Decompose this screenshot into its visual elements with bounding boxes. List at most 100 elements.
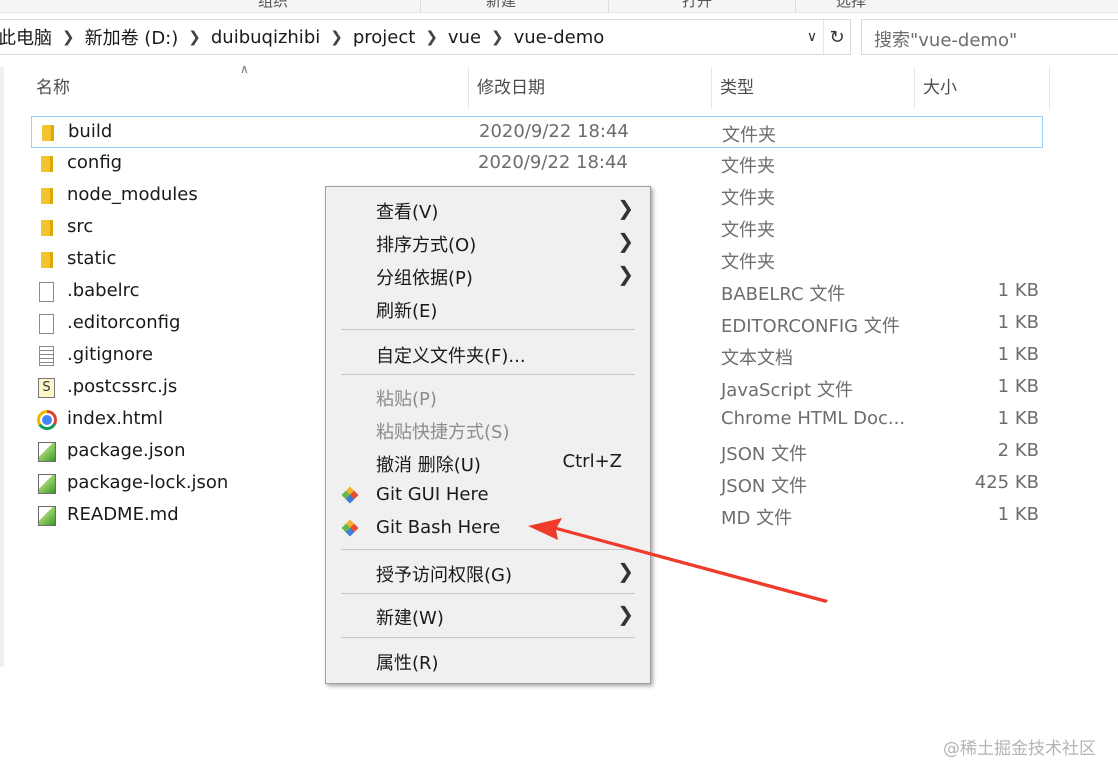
menu-item-new[interactable]: 新建(W) ❯ — [326, 599, 650, 631]
folder-icon — [37, 250, 57, 270]
column-header-name[interactable]: 名称 — [28, 67, 469, 109]
file-name: .editorconfig — [67, 312, 181, 333]
refresh-icon[interactable]: ↻ — [824, 27, 850, 48]
menu-item-label: 属性(R) — [376, 653, 439, 674]
file-type: BABELRC 文件 — [721, 284, 846, 305]
ribbon-tab-select[interactable]: 选择 — [836, 0, 866, 11]
menu-item-git-bash[interactable]: Git Bash Here — [326, 512, 650, 544]
file-row[interactable]: config 2020/9/22 18:44 文件夹 — [31, 148, 1043, 180]
column-header-row: 名称 修改日期 类型 大小 — [0, 67, 1118, 109]
file-name: static — [67, 248, 117, 269]
breadcrumb-current[interactable]: vue-demo — [510, 27, 609, 48]
file-type: JavaScript 文件 — [721, 380, 853, 401]
ribbon-tab-organize[interactable]: 组织 — [258, 0, 288, 11]
json-file-icon — [37, 442, 57, 462]
file-type: 文件夹 — [721, 252, 775, 273]
chevron-right-icon[interactable]: ❯ — [419, 28, 444, 46]
file-type: Chrome HTML Doc... — [721, 408, 906, 429]
breadcrumb-drive[interactable]: 新加卷 (D:) — [81, 24, 183, 50]
menu-item-group-by[interactable]: 分组依据(P) ❯ — [326, 259, 650, 291]
chevron-right-icon: ❯ — [617, 559, 634, 583]
breadcrumb-folder[interactable]: duibuqizhibi — [207, 27, 324, 48]
menu-item-label: 粘贴(P) — [376, 389, 437, 410]
menu-item-label: 自定义文件夹(F)... — [376, 346, 526, 367]
markdown-file-icon — [37, 506, 57, 526]
column-header-size[interactable]: 大小 — [915, 67, 1050, 109]
file-name: package.json — [67, 440, 186, 461]
menu-item-label: 分组依据(P) — [376, 268, 473, 289]
file-type: JSON 文件 — [721, 444, 808, 465]
file-row[interactable]: build 2020/9/22 18:44 文件夹 — [31, 116, 1043, 148]
chevron-right-icon[interactable]: ❯ — [56, 28, 81, 46]
chevron-right-icon[interactable]: ❯ — [182, 28, 207, 46]
menu-item-label: 撤消 删除(U) — [376, 455, 481, 476]
menu-item-refresh[interactable]: 刷新(E) — [326, 292, 650, 324]
search-input[interactable]: 搜索"vue-demo" — [861, 19, 1118, 55]
chevron-right-icon[interactable]: ❯ — [324, 28, 349, 46]
menu-item-grant-access[interactable]: 授予访问权限(G) ❯ — [326, 556, 650, 588]
folder-icon — [37, 186, 57, 206]
file-name: .gitignore — [67, 344, 154, 365]
menu-item-view[interactable]: 查看(V) ❯ — [326, 193, 650, 225]
context-menu: 查看(V) ❯ 排序方式(O) ❯ 分组依据(P) ❯ 刷新(E) 自定义文件夹… — [325, 186, 651, 684]
file-name: index.html — [67, 408, 163, 429]
file-size: 1 KB — [997, 280, 1039, 301]
breadcrumb: 此电脑 ❯ 新加卷 (D:) ❯ duibuqizhibi ❯ project … — [0, 24, 801, 50]
folder-icon — [37, 218, 57, 238]
chevron-down-icon[interactable]: ∨ — [801, 20, 824, 54]
chevron-right-icon: ❯ — [617, 196, 634, 220]
menu-item-customize-folder[interactable]: 自定义文件夹(F)... — [326, 337, 650, 369]
menu-item-sort-by[interactable]: 排序方式(O) ❯ — [326, 226, 650, 258]
menu-separator — [341, 329, 635, 330]
file-name: node_modules — [67, 184, 198, 205]
folder-icon — [38, 123, 58, 143]
folder-icon — [37, 154, 57, 174]
menu-item-paste-shortcut[interactable]: 粘贴快捷方式(S) — [326, 413, 650, 445]
column-header-date[interactable]: 修改日期 — [469, 67, 712, 109]
file-size: 1 KB — [997, 344, 1039, 365]
ribbon-divider — [795, 0, 796, 12]
file-type: JSON 文件 — [721, 476, 808, 497]
left-pane-edge — [0, 67, 4, 667]
file-date: 2020/9/22 18:44 — [479, 121, 629, 142]
ribbon-divider — [420, 0, 421, 12]
menu-item-git-gui[interactable]: Git GUI Here — [326, 479, 650, 511]
file-size: 1 KB — [997, 504, 1039, 525]
menu-item-shortcut: Ctrl+Z — [562, 451, 622, 472]
file-icon — [37, 314, 57, 334]
menu-item-label: 排序方式(O) — [376, 235, 477, 256]
address-bar[interactable]: 此电脑 ❯ 新加卷 (D:) ❯ duibuqizhibi ❯ project … — [0, 19, 851, 55]
menu-separator — [341, 637, 635, 638]
chevron-right-icon: ❯ — [617, 602, 634, 626]
file-size: 2 KB — [997, 440, 1039, 461]
file-name: .babelrc — [67, 280, 140, 301]
menu-separator — [341, 593, 635, 594]
json-file-icon — [37, 474, 57, 494]
file-size: 1 KB — [997, 312, 1039, 333]
menu-item-label: 授予访问权限(G) — [376, 565, 512, 586]
chevron-right-icon[interactable]: ❯ — [485, 28, 510, 46]
file-name: src — [67, 216, 94, 237]
git-icon — [341, 519, 359, 537]
file-type: 文件夹 — [721, 220, 775, 241]
file-type: EDITORCONFIG 文件 — [721, 316, 900, 337]
file-size: 1 KB — [997, 376, 1039, 397]
menu-item-undo-delete[interactable]: 撤消 删除(U) Ctrl+Z — [326, 446, 650, 478]
file-size: 1 KB — [997, 408, 1039, 429]
menu-item-properties[interactable]: 属性(R) — [326, 644, 650, 676]
ribbon-tab-new[interactable]: 新建 — [486, 0, 516, 11]
column-header-type[interactable]: 类型 — [712, 67, 915, 109]
chevron-right-icon: ❯ — [617, 262, 634, 286]
ribbon: 组织 新建 打开 选择 — [0, 0, 1118, 13]
ribbon-tab-open[interactable]: 打开 — [682, 0, 712, 11]
file-type: 文件夹 — [721, 156, 775, 177]
file-date: 2020/9/22 18:44 — [478, 152, 628, 173]
file-type: 文件夹 — [722, 125, 776, 146]
breadcrumb-folder[interactable]: vue — [444, 27, 485, 48]
breadcrumb-this-pc[interactable]: 此电脑 — [0, 24, 56, 50]
menu-item-paste[interactable]: 粘贴(P) — [326, 380, 650, 412]
breadcrumb-folder[interactable]: project — [349, 27, 419, 48]
menu-item-label: 查看(V) — [376, 202, 439, 223]
file-size: 425 KB — [974, 472, 1039, 493]
menu-separator — [341, 374, 635, 375]
